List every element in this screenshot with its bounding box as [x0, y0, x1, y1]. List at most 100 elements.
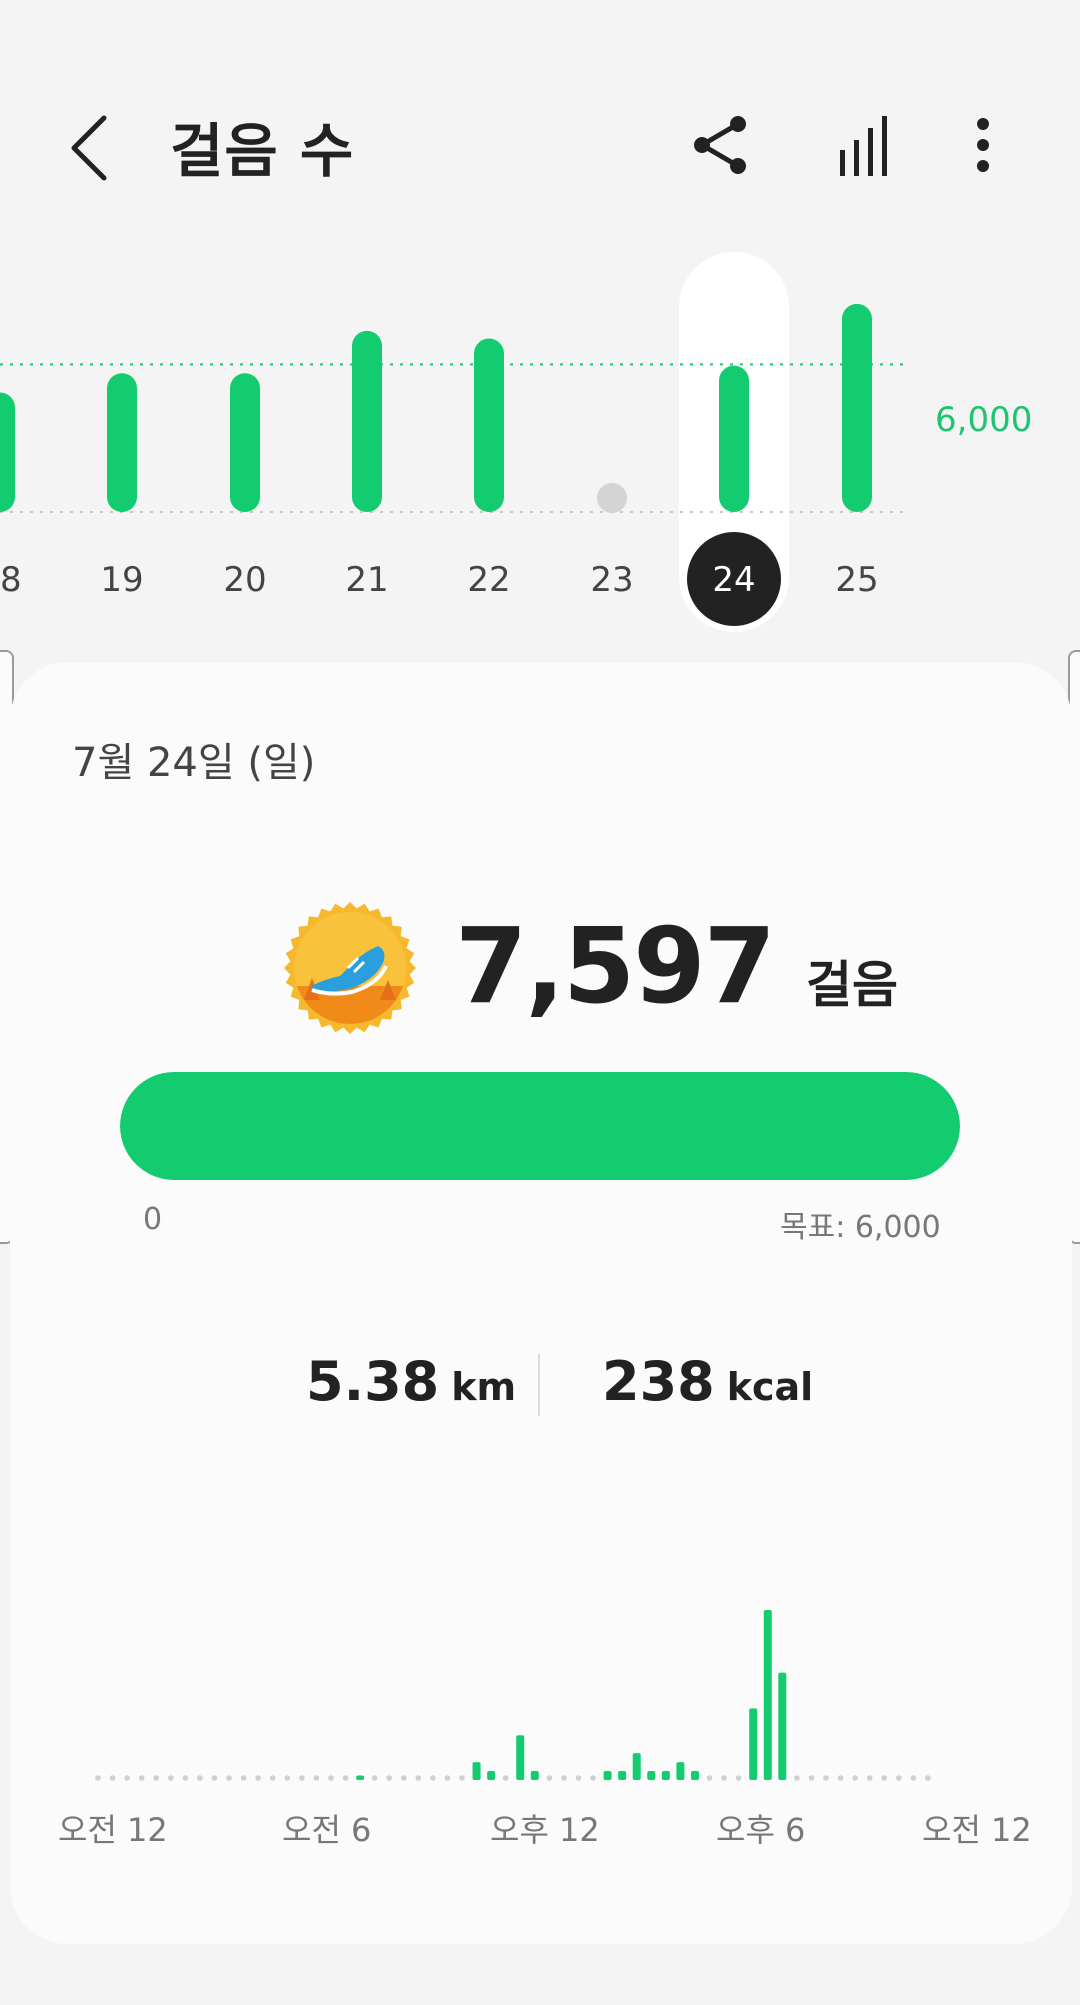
- day-bar[interactable]: [842, 303, 872, 512]
- step-count-value: 7,597: [455, 905, 776, 1027]
- hour-dot: [386, 1775, 393, 1781]
- hour-dot: [590, 1775, 596, 1781]
- hour-dot: [197, 1775, 203, 1781]
- hourly-chart-svg: [95, 1610, 931, 1781]
- hour-bar: [472, 1762, 481, 1780]
- statistics-button[interactable]: [830, 110, 900, 180]
- hour-bar: [676, 1762, 685, 1780]
- hour-dot: [459, 1775, 465, 1781]
- hour-dot: [925, 1775, 931, 1781]
- hour-dot: [255, 1775, 261, 1781]
- chevron-left-icon: [71, 115, 107, 181]
- hour-dot: [561, 1775, 567, 1781]
- hour-dot: [415, 1775, 422, 1781]
- hour-dot: [794, 1775, 800, 1781]
- hour-bar: [530, 1771, 539, 1780]
- day-label[interactable]: 18: [0, 560, 22, 600]
- goal-progress-bar: [120, 1072, 960, 1180]
- weekly-chart-svg: 18 19 20 21 22 23 24 25: [0, 252, 905, 632]
- hour-bar: [487, 1771, 496, 1780]
- hour-bar: [356, 1775, 365, 1780]
- hour-dot: [182, 1775, 189, 1781]
- hour-dot: [284, 1775, 291, 1781]
- achievement-badge-icon[interactable]: [282, 900, 418, 1036]
- hour-dot: [866, 1775, 873, 1781]
- time-label: 오전 12: [58, 1811, 168, 1849]
- hour-dot: [168, 1775, 174, 1781]
- day-label[interactable]: 21: [345, 560, 388, 600]
- stats-divider: [538, 1354, 540, 1416]
- day-label[interactable]: 20: [223, 560, 266, 600]
- hour-dot: [400, 1775, 407, 1781]
- day-bar[interactable]: [107, 373, 137, 512]
- hour-bar: [516, 1735, 525, 1780]
- hour-dot: [95, 1775, 101, 1781]
- page-title: 걸음 수: [170, 117, 355, 185]
- hour-dot: [575, 1775, 582, 1781]
- hour-dot: [153, 1775, 160, 1781]
- hour-bar: [647, 1771, 656, 1780]
- hour-dot: [444, 1775, 451, 1781]
- distance-unit: km: [451, 1365, 517, 1409]
- time-label: 오후 6: [716, 1811, 806, 1849]
- goal-line-label: 6,000: [935, 400, 1033, 440]
- calories-unit: kcal: [726, 1365, 814, 1409]
- hour-dot: [313, 1775, 320, 1781]
- day-bar[interactable]: [352, 330, 382, 512]
- day-label[interactable]: 25: [835, 560, 878, 600]
- day-label[interactable]: 19: [100, 560, 143, 600]
- hour-dot: [269, 1775, 276, 1781]
- share-icon: [694, 116, 746, 174]
- step-count-unit: 걸음: [805, 956, 898, 1014]
- hour-dot: [706, 1775, 713, 1781]
- selected-date: 7월 24일 (일): [72, 740, 316, 786]
- hour-dot: [735, 1775, 742, 1781]
- time-label: 오후 12: [490, 1811, 600, 1849]
- hour-bar: [778, 1672, 787, 1780]
- step-count: 7,597 걸음: [455, 905, 898, 1027]
- shoe-badge-icon: [284, 902, 416, 1034]
- hour-dot: [837, 1775, 844, 1781]
- day-label[interactable]: 24: [712, 560, 755, 600]
- hour-dot: [808, 1775, 815, 1781]
- hourly-step-chart[interactable]: [0, 1540, 1080, 1804]
- distance-stat: 5.38 km: [306, 1350, 516, 1413]
- day-bar[interactable]: [474, 338, 504, 512]
- hour-dot: [896, 1775, 902, 1781]
- day-label[interactable]: 23: [590, 560, 633, 600]
- back-button[interactable]: [62, 108, 122, 188]
- distance-value: 5.38: [306, 1350, 440, 1413]
- hour-bar: [603, 1771, 612, 1780]
- hour-bar: [749, 1708, 758, 1780]
- hour-dot: [546, 1775, 553, 1781]
- hour-dot: [502, 1775, 509, 1781]
- share-button[interactable]: [688, 110, 758, 180]
- time-label: 오전 12: [922, 1811, 1032, 1849]
- hour-dot: [299, 1775, 305, 1781]
- progress-min-label: 0: [143, 1202, 163, 1237]
- day-bar[interactable]: [719, 365, 749, 512]
- time-label: 오전 6: [282, 1811, 372, 1849]
- day-label[interactable]: 22: [467, 560, 510, 600]
- hour-dot: [430, 1775, 436, 1781]
- more-vert-icon: [977, 118, 989, 172]
- day-bar-empty[interactable]: [597, 483, 627, 513]
- calories-stat: 238 kcal: [602, 1350, 813, 1413]
- day-bar[interactable]: [230, 373, 260, 512]
- hour-dot: [342, 1775, 349, 1781]
- more-options-button[interactable]: [948, 110, 1018, 180]
- hour-dot: [328, 1775, 334, 1781]
- calories-value: 238: [602, 1350, 715, 1413]
- goal-progress-fill: [120, 1072, 960, 1180]
- weekly-step-chart[interactable]: 18 19 20 21 22 23 24 25: [0, 240, 1080, 640]
- hour-dot: [211, 1775, 218, 1781]
- hour-bar: [763, 1610, 772, 1780]
- hour-bar: [618, 1771, 627, 1780]
- hour-dot: [138, 1775, 145, 1781]
- hour-dot: [852, 1775, 858, 1781]
- day-bar[interactable]: [0, 392, 15, 512]
- hour-bar: [661, 1771, 670, 1780]
- hour-dot: [371, 1775, 378, 1781]
- hour-dot: [109, 1775, 116, 1781]
- hour-dot: [240, 1775, 247, 1781]
